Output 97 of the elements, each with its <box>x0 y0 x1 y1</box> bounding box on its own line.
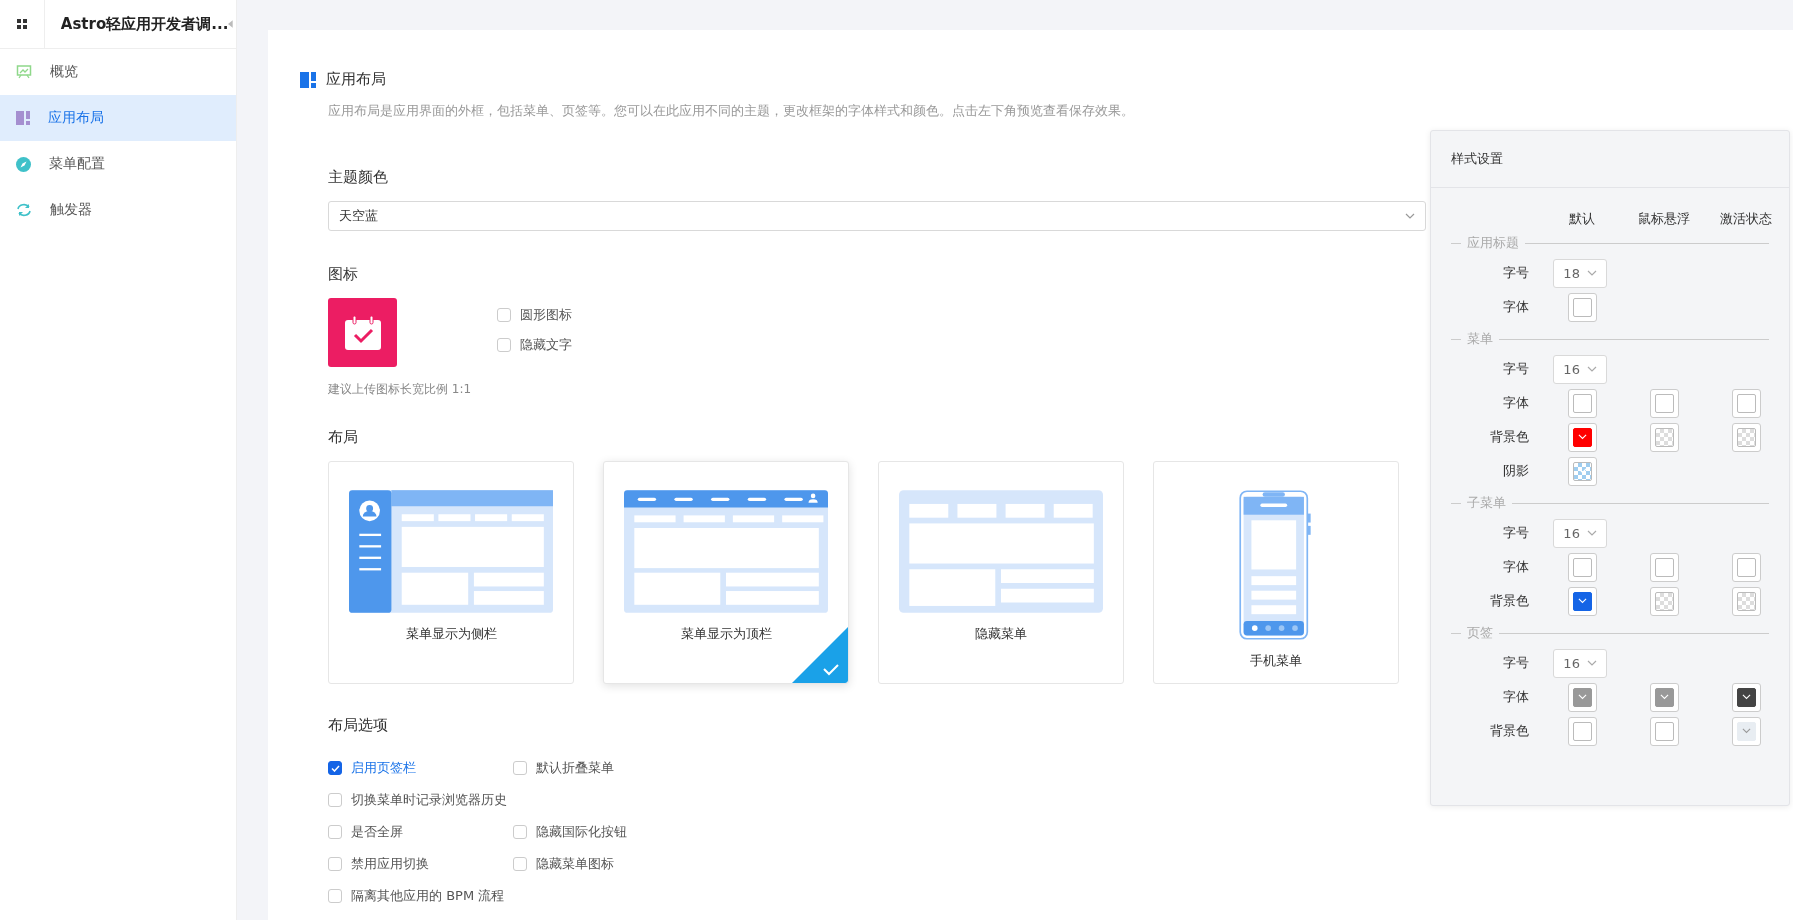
page-description: 应用布局是应用界面的外框，包括菜单、页签等。您可以在此应用不同的主题，更改框架的字体样式和颜色。点击左下角预览查看保存效果。 <box>328 103 1134 120</box>
layout-icon <box>16 111 30 125</box>
theme-select[interactable]: 天空蓝 <box>328 201 1426 231</box>
checkbox-label[interactable]: 隔离其他应用的 BPM 流程 <box>351 887 505 905</box>
row-label: 字体 <box>1503 394 1530 412</box>
color-swatch[interactable] <box>1567 292 1597 322</box>
row-label: 字体 <box>1503 688 1530 706</box>
color-swatch[interactable] <box>1731 716 1761 746</box>
font-size-select[interactable]: 16 <box>1553 354 1607 384</box>
color-swatch[interactable] <box>1731 682 1761 712</box>
section-label: 图标 <box>328 265 358 284</box>
sidebar-item[interactable]: 概览 <box>0 49 236 95</box>
chevron-down-icon <box>1586 530 1597 536</box>
layout-option-label: 手机菜单 <box>1250 652 1302 670</box>
layout-option-label: 菜单显示为侧栏 <box>405 625 497 643</box>
caret-icon <box>1577 694 1587 700</box>
row-label: 背景色 <box>1490 428 1530 446</box>
color-swatch[interactable] <box>1567 422 1597 452</box>
layout-option-card[interactable]: 手机菜单 <box>1153 461 1399 684</box>
checkbox-label[interactable]: 隐藏文字 <box>520 336 572 354</box>
font-size-select[interactable]: 16 <box>1553 518 1607 548</box>
layout-option-card[interactable]: 菜单显示为侧栏 <box>328 461 574 684</box>
row-label: 背景色 <box>1490 722 1530 740</box>
caret-icon <box>1659 694 1669 700</box>
color-swatch[interactable] <box>1567 586 1597 616</box>
row-label: 字号 <box>1503 264 1530 282</box>
color-swatch[interactable] <box>1567 682 1597 712</box>
row-label: 阴影 <box>1503 462 1530 480</box>
color-swatch[interactable] <box>1567 716 1597 746</box>
color-swatch[interactable] <box>1567 456 1597 486</box>
color-swatch[interactable] <box>1649 586 1679 616</box>
grid-icon[interactable] <box>16 19 27 29</box>
checkbox-label[interactable]: 默认折叠菜单 <box>536 759 614 777</box>
section-label: 布局选项 <box>328 716 388 735</box>
caret-icon <box>1577 598 1587 604</box>
chevron-down-icon <box>1586 366 1597 372</box>
caret-icon <box>1577 468 1587 474</box>
collapse-caret-icon[interactable] <box>228 20 233 28</box>
layout-icon <box>300 71 316 88</box>
group-legend: 页签 <box>1461 624 1499 642</box>
checkbox-label[interactable]: 禁用应用切换 <box>351 855 429 873</box>
upload-hint: 建议上传图标长宽比例 1:1 <box>328 381 472 398</box>
app-icon[interactable] <box>328 298 397 367</box>
color-swatch[interactable] <box>1731 422 1761 452</box>
column-header: 鼠标悬浮 <box>1638 210 1690 228</box>
sidebar-item[interactable]: 触发器 <box>0 187 236 233</box>
row-label: 字体 <box>1503 298 1530 316</box>
caret-icon <box>1741 694 1751 700</box>
layout-option-label: 隐藏菜单 <box>975 625 1027 643</box>
section-label: 布局 <box>328 428 358 447</box>
chevron-down-icon <box>1405 213 1415 219</box>
selected-check-icon <box>792 627 848 683</box>
sidebar-item[interactable]: 菜单配置 <box>0 141 236 187</box>
color-swatch[interactable] <box>1567 388 1597 418</box>
checkbox-label[interactable]: 圆形图标 <box>520 306 572 324</box>
section-label: 主题颜色 <box>328 168 388 187</box>
caret-icon <box>1577 434 1587 440</box>
caret-icon <box>1741 728 1751 734</box>
row-label: 字号 <box>1503 654 1530 672</box>
checkbox[interactable] <box>328 761 342 775</box>
color-swatch[interactable] <box>1567 552 1597 582</box>
page-title: 应用布局 <box>326 70 386 89</box>
sidebar-item[interactable]: 应用布局 <box>0 95 236 141</box>
chevron-down-icon <box>1586 270 1597 276</box>
checkbox-label[interactable]: 隐藏国际化按钮 <box>536 823 627 841</box>
layout-option-card[interactable]: 隐藏菜单 <box>878 461 1124 684</box>
row-label: 字体 <box>1503 558 1530 576</box>
app-title: Astro轻应用开发者调... <box>60 14 229 34</box>
font-size-select[interactable]: 16 <box>1553 648 1607 678</box>
group-legend: 菜单 <box>1461 330 1499 348</box>
layout-option-card[interactable]: 菜单显示为顶栏 <box>603 461 849 684</box>
color-swatch[interactable] <box>1731 552 1761 582</box>
row-label: 字号 <box>1503 360 1530 378</box>
color-swatch[interactable] <box>1649 716 1679 746</box>
layout-option-label: 菜单显示为顶栏 <box>680 625 772 643</box>
chart-board-icon <box>16 65 32 79</box>
compass-icon <box>16 156 31 172</box>
column-header: 激活状态 <box>1720 210 1772 228</box>
color-swatch[interactable] <box>1649 682 1679 712</box>
font-size-select[interactable]: 18 <box>1553 258 1607 288</box>
color-swatch[interactable] <box>1649 422 1679 452</box>
refresh-icon <box>16 203 32 217</box>
row-label: 字号 <box>1503 524 1530 542</box>
color-swatch[interactable] <box>1649 552 1679 582</box>
checkbox-label[interactable]: 启用页签栏 <box>351 759 416 777</box>
chevron-down-icon <box>1586 660 1597 666</box>
color-swatch[interactable] <box>1649 388 1679 418</box>
row-label: 背景色 <box>1490 592 1530 610</box>
checkbox-label[interactable]: 隐藏菜单图标 <box>536 855 614 873</box>
color-swatch[interactable] <box>1731 388 1761 418</box>
group-legend: 子菜单 <box>1461 494 1512 512</box>
group-legend: 应用标题 <box>1461 234 1525 252</box>
checkbox-label[interactable]: 切换菜单时记录浏览器历史 <box>351 791 507 809</box>
column-header: 默认 <box>1569 210 1595 228</box>
color-swatch[interactable] <box>1731 586 1761 616</box>
checkbox-label[interactable]: 是否全屏 <box>351 823 403 841</box>
panel-title: 样式设置 <box>1451 150 1503 168</box>
